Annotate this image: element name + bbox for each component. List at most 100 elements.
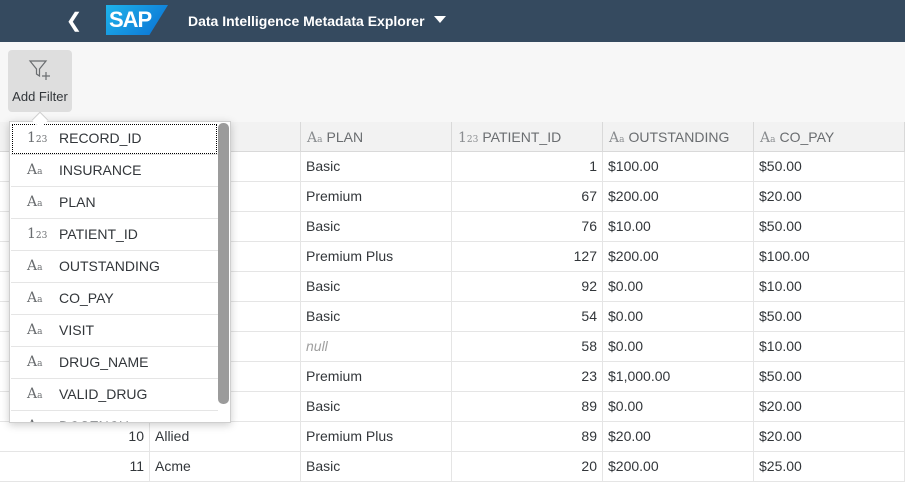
text-type-icon: Aa (27, 162, 43, 178)
column-header[interactable]: Aa PLAN (301, 122, 452, 152)
filter-column-option[interactable]: 123 RECORD_ID (11, 123, 218, 155)
table-cell-plan: Basic (301, 392, 452, 422)
table-cell-patient-id: 1 (452, 152, 603, 182)
table-cell-outstanding: $20.00 (603, 422, 754, 452)
table-cell-outstanding: $200.00 (603, 182, 754, 212)
filter-column-option-label: PLAN (59, 194, 96, 210)
text-type-icon: Aa (609, 130, 625, 146)
table-cell-co-pay: $50.00 (754, 212, 905, 242)
table-cell-insurance: Acme (150, 452, 301, 482)
table-cell-plan: Basic (301, 152, 452, 182)
column-header-label: PATIENT_ID (482, 129, 562, 145)
app-title[interactable]: Data Intelligence Metadata Explorer (188, 12, 425, 30)
table-cell-outstanding: $200.00 (603, 242, 754, 272)
table-cell-record-id: 10 (0, 422, 150, 452)
table-cell-outstanding: $1,000.00 (603, 362, 754, 392)
table-cell-co-pay: $50.00 (754, 362, 905, 392)
table-cell-co-pay: $10.00 (754, 332, 905, 362)
table-cell-outstanding: $0.00 (603, 332, 754, 362)
table-cell-outstanding: $0.00 (603, 392, 754, 422)
column-header[interactable]: Aa OUTSTANDING (603, 122, 754, 152)
column-header-label: PLAN (326, 129, 364, 145)
table-cell-co-pay: $20.00 (754, 422, 905, 452)
text-type-icon: Aa (27, 258, 43, 274)
back-icon[interactable]: ❮ (62, 8, 86, 34)
table-cell-insurance: Allied (150, 422, 301, 452)
column-header[interactable]: Aa CO_PAY (754, 122, 905, 152)
filter-column-option[interactable]: Aa INSURANCE (11, 155, 218, 187)
filter-column-option-label: INSURANCE (59, 162, 142, 178)
table-cell-plan: Basic (301, 452, 452, 482)
table-cell-co-pay: $20.00 (754, 392, 905, 422)
table-cell-plan: null (301, 332, 452, 362)
filter-column-option[interactable]: Aa OUTSTANDING (11, 251, 218, 283)
column-header-label: CO_PAY (779, 129, 835, 145)
table-cell-co-pay: $50.00 (754, 152, 905, 182)
text-type-icon: Aa (307, 130, 323, 146)
text-type-icon: Aa (760, 130, 776, 146)
table-cell-patient-id: 67 (452, 182, 603, 212)
filter-column-option[interactable]: Aa DRUG_NAME (11, 347, 218, 379)
filter-column-option-label: VISIT (59, 322, 95, 338)
filter-column-option[interactable]: Aa PLAN (11, 187, 218, 219)
popover-scrollbar[interactable] (218, 123, 229, 404)
table-cell-co-pay: $25.00 (754, 452, 905, 482)
table-cell-plan: Basic (301, 212, 452, 242)
table-cell-co-pay: $20.00 (754, 182, 905, 212)
filter-column-option-label: OUTSTANDING (59, 258, 160, 274)
table-cell-plan: Basic (301, 272, 452, 302)
table-cell-patient-id: 89 (452, 392, 603, 422)
table-cell-outstanding: $100.00 (603, 152, 754, 182)
filter-column-popover: 123 RECORD_ID Aa INSURANCE Aa PLAN 123 PATIENT_… (9, 121, 231, 423)
filter-column-option-label: CO_PAY (59, 290, 114, 306)
text-type-icon: Aa (27, 322, 43, 338)
numeric-type-icon: 123 (27, 130, 48, 146)
filter-column-option-label: DRUG_NAME (59, 354, 149, 370)
text-type-icon: Aa (27, 194, 43, 210)
table-cell-patient-id: 76 (452, 212, 603, 242)
table-cell-patient-id: 23 (452, 362, 603, 392)
add-filter-button[interactable]: Add Filter (8, 50, 72, 112)
sap-logo: SAP (106, 5, 168, 35)
text-type-icon: Aa (27, 290, 43, 306)
table-cell-co-pay: $10.00 (754, 272, 905, 302)
text-type-icon: Aa (27, 354, 43, 370)
filter-column-option[interactable]: Aa VALID_DRUG (11, 379, 218, 411)
filter-column-option[interactable]: 123 PATIENT_ID (11, 219, 218, 251)
column-header[interactable]: 123 PATIENT_ID (452, 122, 603, 152)
table-cell-patient-id: 20 (452, 452, 603, 482)
toolbar: Add Filter (0, 42, 905, 122)
table-cell-co-pay: $50.00 (754, 302, 905, 332)
text-type-icon: Aa (27, 386, 43, 402)
table-cell-outstanding: $200.00 (603, 452, 754, 482)
table-cell-outstanding: $0.00 (603, 302, 754, 332)
table-cell-patient-id: 92 (452, 272, 603, 302)
table-cell-co-pay: $100.00 (754, 242, 905, 272)
filter-column-option-label: VALID_DRUG (59, 386, 148, 402)
numeric-type-icon: 123 (27, 226, 48, 242)
table-cell-record-id: 11 (0, 452, 150, 482)
filter-add-icon (28, 60, 50, 80)
table-cell-outstanding: $10.00 (603, 212, 754, 242)
filter-column-option[interactable]: Aa DOSENCH (11, 411, 218, 422)
table-cell-patient-id: 58 (452, 332, 603, 362)
table-cell-outstanding: $0.00 (603, 272, 754, 302)
table-cell-plan: Premium (301, 362, 452, 392)
table-cell-patient-id: 127 (452, 242, 603, 272)
table-cell-plan: Premium (301, 182, 452, 212)
column-header-label: OUTSTANDING (628, 129, 730, 145)
chevron-down-icon[interactable] (434, 16, 446, 23)
table-cell-plan: Premium Plus (301, 242, 452, 272)
filter-column-option-label: DOSENCH (59, 418, 129, 422)
filter-column-option-label: RECORD_ID (59, 130, 142, 146)
numeric-type-icon: 123 (458, 130, 479, 146)
filter-column-option[interactable]: Aa CO_PAY (11, 283, 218, 315)
filter-column-option[interactable]: Aa VISIT (11, 315, 218, 347)
shell-bar: ❮ SAP Data Intelligence Metadata Explore… (0, 0, 905, 42)
table-cell-patient-id: 89 (452, 422, 603, 452)
table-cell-patient-id: 54 (452, 302, 603, 332)
add-filter-label: Add Filter (12, 89, 68, 104)
table-cell-plan: Basic (301, 302, 452, 332)
table-cell-plan: Premium Plus (301, 422, 452, 452)
filter-column-option-label: PATIENT_ID (59, 226, 138, 242)
